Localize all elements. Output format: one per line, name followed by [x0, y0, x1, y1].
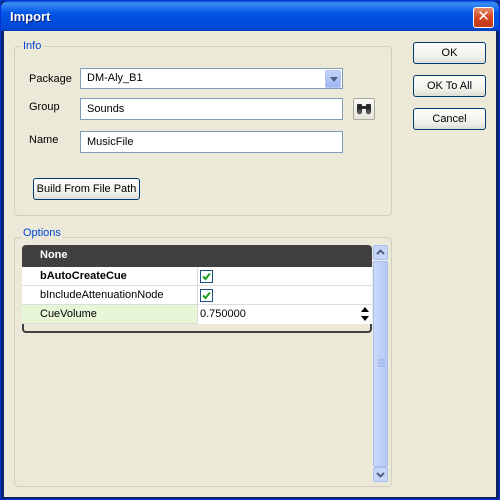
scroll-thumb[interactable]: [373, 261, 388, 467]
options-legend: Options: [21, 227, 63, 239]
property-row-cuevolume[interactable]: CueVolume 0.750000: [22, 305, 372, 324]
column-divider[interactable]: [197, 286, 198, 305]
dialog-body: Info Package DM-Aly_B1 Group Sounds Name…: [4, 31, 496, 497]
spin-up-icon[interactable]: [361, 307, 369, 312]
cuevolume-spinner[interactable]: 0.750000: [198, 305, 372, 324]
chevron-down-icon: [376, 472, 385, 478]
property-grid: None bAutoCreateCue bIncludeAttenuationN…: [22, 245, 372, 345]
grip-icon: [378, 359, 385, 367]
name-field[interactable]: MusicFile: [80, 131, 343, 153]
scroll-up-button[interactable]: [373, 245, 388, 260]
property-name: bIncludeAttenuationNode: [40, 289, 164, 301]
chevron-down-icon[interactable]: [325, 70, 341, 88]
category-label: None: [40, 249, 68, 261]
property-row-bautocreatecue[interactable]: bAutoCreateCue: [22, 267, 372, 286]
build-from-file-path-button[interactable]: Build From File Path: [33, 178, 140, 200]
group-label: Group: [29, 101, 60, 113]
spin-down-icon[interactable]: [361, 316, 369, 321]
checkmark-icon: [202, 272, 211, 281]
property-name: bAutoCreateCue: [40, 270, 127, 282]
name-label: Name: [29, 134, 59, 146]
window-title: Import: [10, 9, 51, 24]
chevron-up-icon: [376, 249, 385, 255]
checkmark-icon: [202, 291, 211, 300]
package-value: DM-Aly_B1: [87, 72, 143, 84]
package-label: Package: [29, 73, 72, 85]
ok-button[interactable]: OK: [413, 42, 486, 64]
bautocreatecue-checkbox[interactable]: [200, 270, 213, 283]
binoculars-icon: [357, 104, 371, 115]
close-button[interactable]: ✕: [473, 7, 494, 28]
property-category-header[interactable]: None: [22, 245, 372, 267]
import-dialog: Import ✕ Info Package DM-Aly_B1 Group So…: [0, 0, 500, 500]
property-row-bincludeattenuationnode[interactable]: bIncludeAttenuationNode: [22, 286, 372, 305]
title-bar[interactable]: Import ✕: [1, 1, 499, 31]
cuevolume-value: 0.750000: [200, 308, 246, 320]
close-icon: ✕: [477, 8, 490, 25]
cancel-button[interactable]: Cancel: [413, 108, 486, 130]
group-value: Sounds: [87, 103, 125, 115]
info-legend: Info: [21, 40, 44, 52]
package-combobox[interactable]: DM-Aly_B1: [80, 68, 343, 89]
ok-to-all-button[interactable]: OK To All: [413, 75, 486, 97]
group-field[interactable]: Sounds: [80, 98, 343, 120]
scroll-down-button[interactable]: [373, 467, 388, 482]
options-scrollbar[interactable]: [372, 244, 388, 482]
bincludeattenuationnode-checkbox[interactable]: [200, 289, 213, 302]
property-name: CueVolume: [40, 308, 97, 320]
column-divider[interactable]: [197, 267, 198, 286]
name-value: MusicFile: [87, 136, 134, 148]
browse-group-button[interactable]: [353, 98, 375, 120]
